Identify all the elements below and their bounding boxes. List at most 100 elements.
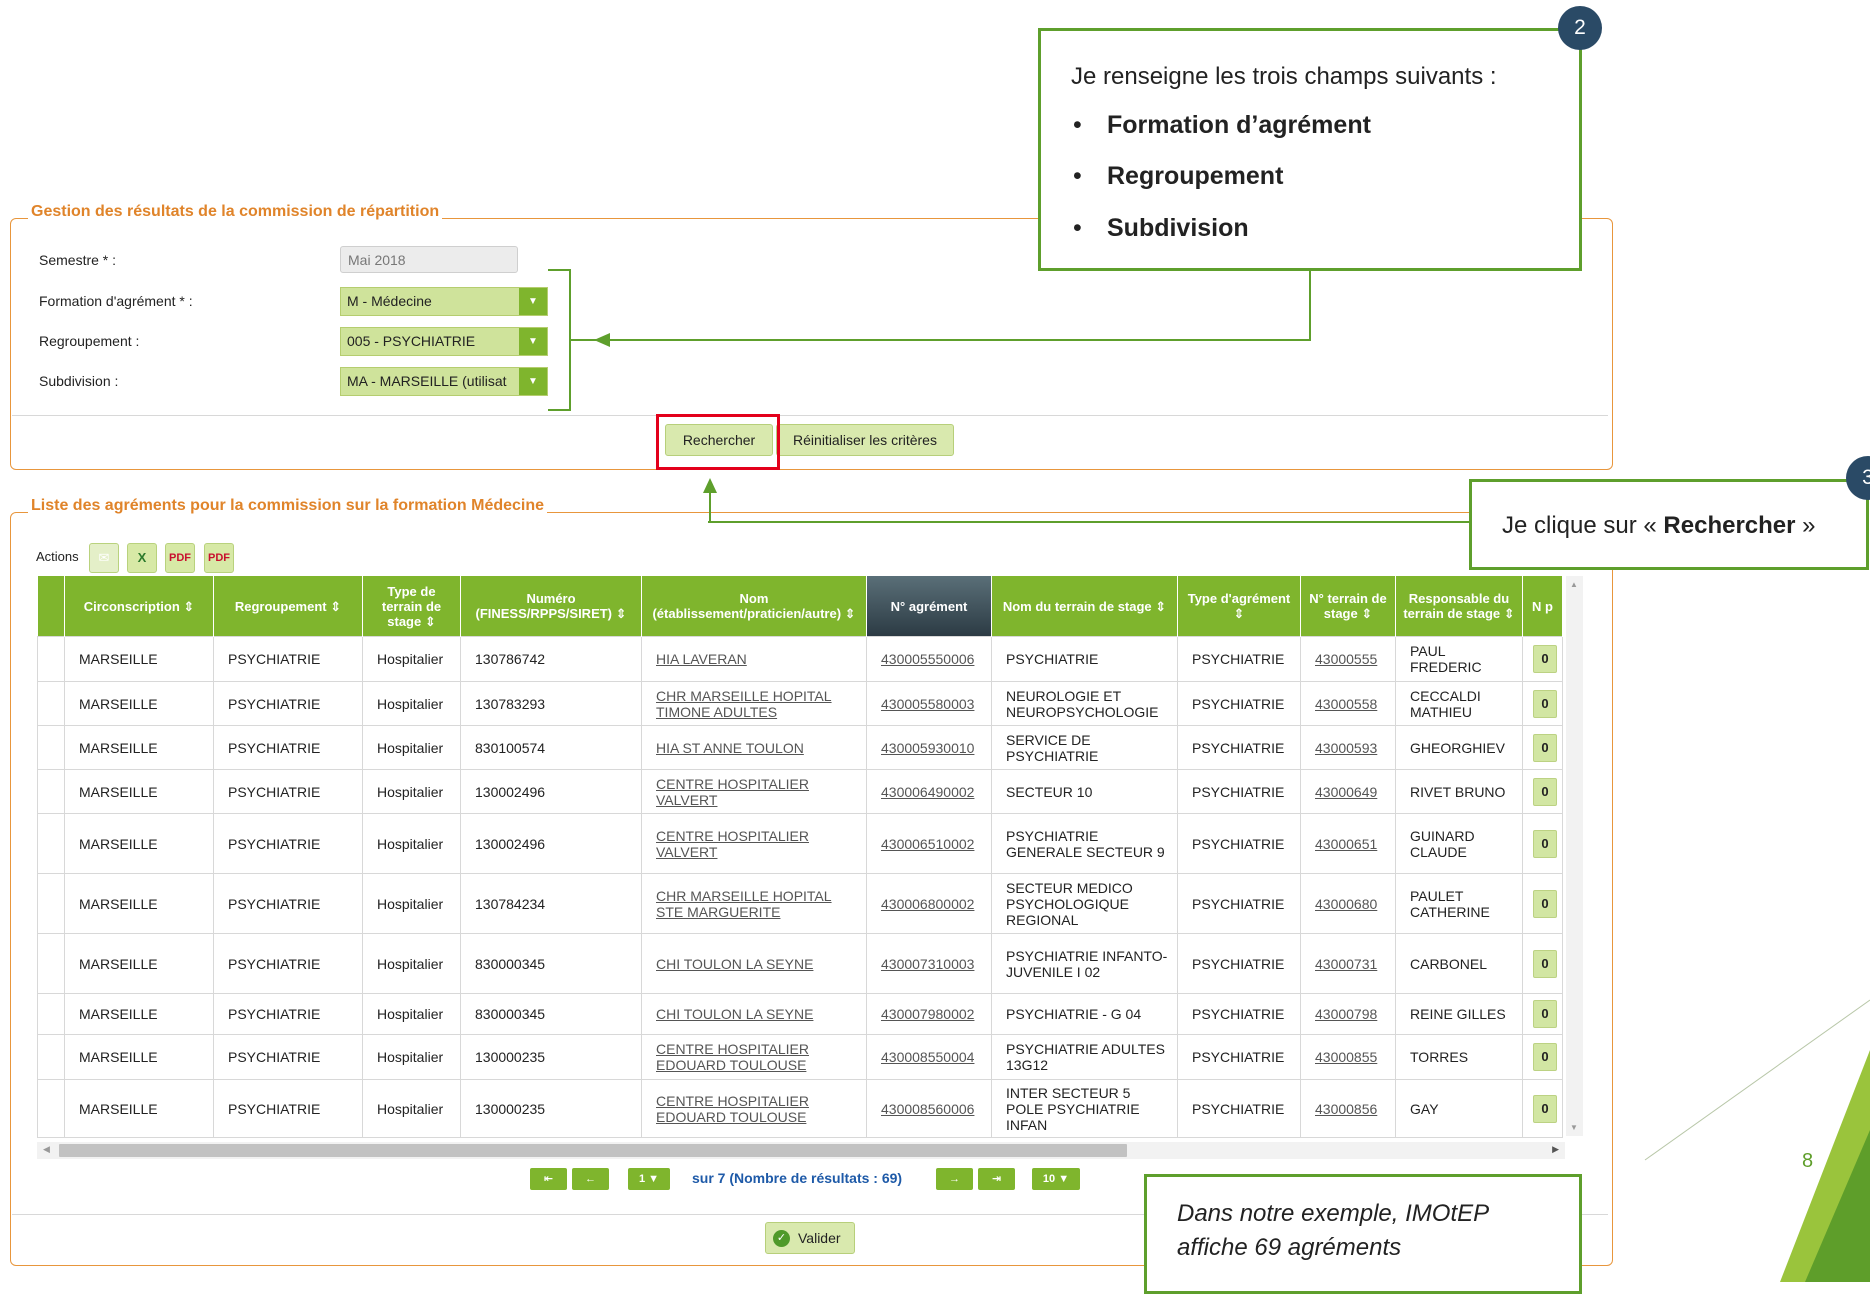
column-header-circonscription[interactable]: Circonscription ⇕ <box>64 576 214 637</box>
column-header-num-agrement[interactable]: N° agrément <box>866 576 992 637</box>
nom-terrain-cell-container: SECTEUR 10 <box>991 769 1178 814</box>
num-terrain-link-container: 43000649 <box>1300 769 1396 814</box>
table-row[interactable]: MARSEILLE PSYCHIATRIE Hospitalier 830000345… <box>37 933 1563 994</box>
num-terrain-link[interactable]: 43000855 <box>1315 1049 1377 1065</box>
column-header-num-terrain[interactable]: N° terrain de stage ⇕ <box>1300 576 1396 637</box>
agrement-link[interactable]: 430005580003 <box>881 696 974 712</box>
circonscription-cell-container: MARSEILLE <box>64 725 214 770</box>
nom-link[interactable]: CHR MARSEILLE HOPITAL TIMONE ADULTES <box>656 688 832 720</box>
previous-page-button[interactable]: ← <box>572 1168 609 1190</box>
formation-select[interactable]: M - Médecine ▼ <box>340 287 548 316</box>
nom-link[interactable]: CENTRE HOSPITALIER VALVERT <box>656 828 809 860</box>
table-row[interactable]: MARSEILLE PSYCHIATRIE Hospitalier 830000345… <box>37 993 1563 1035</box>
validate-button[interactable]: ✓ Valider <box>765 1222 855 1254</box>
column-header-truncated[interactable]: N p <box>1522 576 1563 637</box>
num-terrain-link[interactable]: 43000558 <box>1315 696 1377 712</box>
agrement-link[interactable]: 430007980002 <box>881 1006 974 1022</box>
nom-link[interactable]: HIA ST ANNE TOULON <box>656 740 804 756</box>
pdf-export-all-icon[interactable]: PDF <box>204 543 234 573</box>
regroupement-value: 005 - PSYCHIATRIE <box>347 333 476 349</box>
scrollbar-thumb[interactable] <box>59 1144 1127 1157</box>
nom-link[interactable]: CENTRE HOSPITALIER VALVERT <box>656 776 809 808</box>
count-pill-container: 0 <box>1522 933 1563 994</box>
nom-link[interactable]: CHI TOULON LA SEYNE <box>656 1006 813 1022</box>
agrement-link[interactable]: 430008550004 <box>881 1049 974 1065</box>
num-terrain-link[interactable]: 43000798 <box>1315 1006 1377 1022</box>
type-agrement-cell-container: PSYCHIATRIE <box>1177 769 1301 814</box>
excel-export-icon[interactable]: X <box>127 543 157 573</box>
nom-link[interactable]: CENTRE HOSPITALIER EDOUARD TOULOUSE <box>656 1041 809 1073</box>
num-terrain-link-container: 43000856 <box>1300 1079 1396 1138</box>
num-terrain-link[interactable]: 43000680 <box>1315 896 1377 912</box>
pdf-export-icon[interactable]: PDF <box>165 543 195 573</box>
column-header-type-agrement[interactable]: Type d'agrément ⇕ <box>1177 576 1301 637</box>
num-terrain-link-container: 43000555 <box>1300 636 1396 682</box>
count-pill[interactable]: 0 <box>1533 949 1557 978</box>
nom-link-container: CHI TOULON LA SEYNE <box>641 993 867 1035</box>
num-terrain-link[interactable]: 43000555 <box>1315 651 1377 667</box>
nom-link[interactable]: HIA LAVERAN <box>656 651 747 667</box>
subdivision-select[interactable]: MA - MARSEILLE (utilisat ▼ <box>340 367 548 396</box>
responsable-cell-container: CECCALDI MATHIEU <box>1395 681 1523 726</box>
first-page-button[interactable]: ⇤ <box>530 1168 567 1190</box>
scroll-up-icon[interactable]: ▲ <box>1570 580 1578 589</box>
num-terrain-link[interactable]: 43000651 <box>1315 836 1377 852</box>
vertical-scrollbar[interactable]: ▲ ▼ <box>1566 576 1583 1136</box>
count-pill[interactable]: 0 <box>1533 777 1557 806</box>
column-header-responsable[interactable]: Responsable du terrain de stage ⇕ <box>1395 576 1523 637</box>
count-pill[interactable]: 0 <box>1533 1094 1557 1123</box>
circonscription-cell-container: MARSEILLE <box>64 813 214 874</box>
nom-link[interactable]: CHR MARSEILLE HOPITAL STE MARGUERITE <box>656 888 832 920</box>
column-header-type-terrain[interactable]: Type de terrain de stage ⇕ <box>362 576 461 637</box>
agrement-link[interactable]: 430006510002 <box>881 836 974 852</box>
agrement-link-container: 430008560006 <box>866 1079 992 1138</box>
column-header-regroupement[interactable]: Regroupement ⇕ <box>213 576 363 637</box>
column-header-nom-terrain[interactable]: Nom du terrain de stage ⇕ <box>991 576 1178 637</box>
num-terrain-link[interactable]: 43000856 <box>1315 1101 1377 1117</box>
page-size-select[interactable]: 10 ▼ <box>1032 1168 1080 1190</box>
table-row[interactable]: MARSEILLE PSYCHIATRIE Hospitalier 130000235… <box>37 1034 1563 1080</box>
next-page-button[interactable]: → <box>936 1168 973 1190</box>
column-header-nom[interactable]: Nom (établissement/praticien/autre) ⇕ <box>641 576 867 637</box>
agrement-link[interactable]: 430006800002 <box>881 896 974 912</box>
count-pill[interactable]: 0 <box>1533 733 1557 762</box>
scroll-right-icon[interactable]: ▶ <box>1552 1144 1559 1155</box>
count-pill-container: 0 <box>1522 725 1563 770</box>
table-row[interactable]: MARSEILLE PSYCHIATRIE Hospitalier 830100574… <box>37 725 1563 770</box>
nom-link[interactable]: CHI TOULON LA SEYNE <box>656 956 813 972</box>
count-pill[interactable]: 0 <box>1533 689 1557 718</box>
table-row[interactable]: MARSEILLE PSYCHIATRIE Hospitalier 130786742… <box>37 636 1563 682</box>
agrement-link[interactable]: 430006490002 <box>881 784 974 800</box>
count-pill[interactable]: 0 <box>1533 829 1557 858</box>
type-terrain-cell-container: Hospitalier <box>362 813 461 874</box>
column-header <box>37 576 65 637</box>
count-pill[interactable]: 0 <box>1533 1000 1557 1028</box>
agrement-link[interactable]: 430008560006 <box>881 1101 974 1117</box>
num-terrain-link[interactable]: 43000649 <box>1315 784 1377 800</box>
table-row[interactable]: MARSEILLE PSYCHIATRIE Hospitalier 130000235… <box>37 1079 1563 1138</box>
regroupement-select[interactable]: 005 - PSYCHIATRIE ▼ <box>340 327 548 356</box>
reset-criteria-button[interactable]: Réinitialiser les critères <box>776 424 954 456</box>
agrement-link[interactable]: 430005550006 <box>881 651 974 667</box>
page-select[interactable]: 1 ▼ <box>628 1168 670 1190</box>
table-header-row: Circonscription ⇕ Regroupement ⇕ Type de… <box>37 576 1563 637</box>
agrement-link[interactable]: 430005930010 <box>881 740 974 756</box>
agrement-link[interactable]: 430007310003 <box>881 956 974 972</box>
table-row[interactable]: MARSEILLE PSYCHIATRIE Hospitalier 130783293… <box>37 681 1563 726</box>
count-pill[interactable]: 0 <box>1533 645 1557 673</box>
last-page-button[interactable]: ⇥ <box>978 1168 1015 1190</box>
table-row[interactable]: MARSEILLE PSYCHIATRIE Hospitalier 130002496… <box>37 769 1563 814</box>
count-pill[interactable]: 0 <box>1533 1043 1557 1071</box>
circonscription-cell: MARSEILLE <box>79 695 158 712</box>
table-row[interactable]: MARSEILLE PSYCHIATRIE Hospitalier 130002496… <box>37 813 1563 874</box>
nom-link[interactable]: CENTRE HOSPITALIER EDOUARD TOULOUSE <box>656 1093 809 1125</box>
num-terrain-link[interactable]: 43000731 <box>1315 956 1377 972</box>
mail-icon[interactable]: ✉ <box>89 543 119 573</box>
table-row[interactable]: MARSEILLE PSYCHIATRIE Hospitalier 130784234… <box>37 873 1563 934</box>
scroll-down-icon[interactable]: ▼ <box>1570 1123 1578 1132</box>
num-terrain-link[interactable]: 43000593 <box>1315 740 1377 756</box>
horizontal-scrollbar[interactable]: ◀ ▶ <box>37 1142 1565 1159</box>
column-header-numero[interactable]: Numéro (FINESS/RPPS/SIRET) ⇕ <box>460 576 642 637</box>
count-pill[interactable]: 0 <box>1533 889 1557 918</box>
scroll-left-icon[interactable]: ◀ <box>43 1144 50 1155</box>
